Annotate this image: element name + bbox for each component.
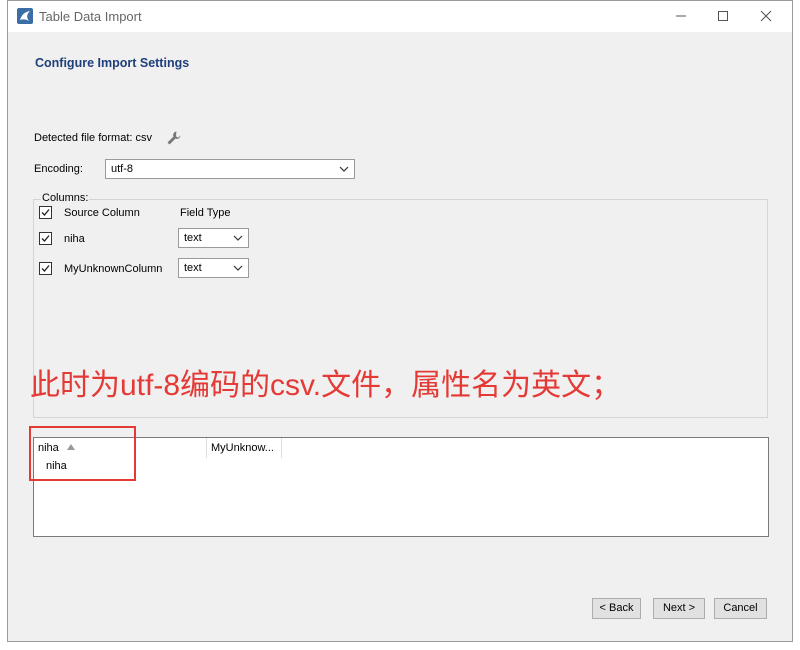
maximize-button[interactable] xyxy=(711,5,735,27)
window-title: Table Data Import xyxy=(39,9,142,24)
checkmark-icon xyxy=(41,209,50,216)
field-type-value: text xyxy=(184,232,202,244)
source-column-header: Source Column xyxy=(64,207,140,219)
close-icon xyxy=(760,10,772,22)
maximize-icon xyxy=(718,11,728,21)
import-dialog-window: Table Data Import Configure Import Setti… xyxy=(7,0,793,642)
wrench-icon[interactable] xyxy=(166,130,182,146)
field-type-select-niha[interactable]: text xyxy=(178,228,249,248)
minimize-button[interactable] xyxy=(669,5,693,27)
checkmark-icon xyxy=(41,235,50,242)
detected-format-label: Detected file format: csv xyxy=(34,132,152,144)
mysql-workbench-icon xyxy=(17,8,33,24)
column-checkbox-niha[interactable] xyxy=(39,232,52,245)
back-button[interactable]: < Back xyxy=(592,598,641,619)
annotation-text: 此时为utf-8编码的csv.文件，属性名为英文； xyxy=(30,369,622,402)
chevron-down-icon xyxy=(339,166,349,172)
field-type-value: text xyxy=(184,262,202,274)
field-type-header: Field Type xyxy=(180,207,231,219)
encoding-value: utf-8 xyxy=(111,163,134,175)
column-checkbox-myunknowncolumn[interactable] xyxy=(39,262,52,275)
data-preview-table[interactable]: niha MyUnknow... niha xyxy=(33,437,769,537)
encoding-select[interactable]: utf-8 xyxy=(105,159,355,179)
minimize-icon xyxy=(676,15,686,17)
field-type-select-myunknowncolumn[interactable]: text xyxy=(178,258,249,278)
checkmark-icon xyxy=(41,265,50,272)
next-button[interactable]: Next > xyxy=(653,598,705,619)
select-all-checkbox[interactable] xyxy=(39,206,52,219)
column-name-myunknowncolumn: MyUnknownColumn xyxy=(64,263,163,275)
close-button[interactable] xyxy=(754,5,778,27)
annotation-highlight-box xyxy=(29,426,136,481)
chevron-down-icon xyxy=(233,235,243,241)
cancel-button[interactable]: Cancel xyxy=(714,598,767,619)
title-bar[interactable]: Table Data Import xyxy=(8,1,792,32)
columns-group-label: Columns: xyxy=(41,192,90,204)
column-name-niha: niha xyxy=(64,233,85,245)
preview-column-header-myunknowncolumn[interactable]: MyUnknow... xyxy=(207,438,282,458)
preview-column-label: MyUnknow... xyxy=(211,442,274,454)
chevron-down-icon xyxy=(233,265,243,271)
page-heading: Configure Import Settings xyxy=(35,56,190,70)
encoding-label: Encoding: xyxy=(34,163,83,175)
